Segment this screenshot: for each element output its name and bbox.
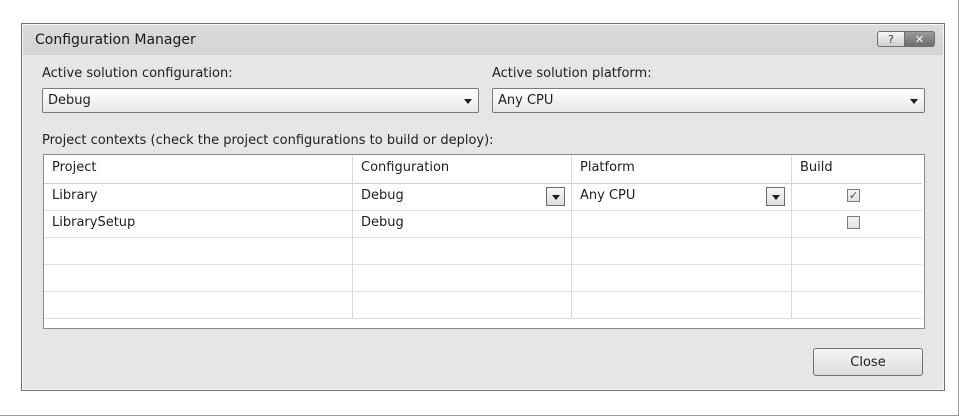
configuration-value: Debug (361, 215, 404, 230)
column-header-configuration[interactable]: Configuration (353, 155, 572, 183)
empty-cell (353, 237, 572, 264)
configuration-dropdown-button[interactable] (546, 187, 565, 206)
platform-dropdown-button[interactable] (766, 187, 785, 206)
grid-header: Project Configuration Platform Build (44, 155, 922, 184)
column-header-build[interactable]: Build (792, 155, 922, 183)
empty-cell (792, 264, 922, 291)
active-configuration-value: Debug (48, 93, 91, 108)
table-row: Library Debug Any CPU ✓ (44, 183, 922, 211)
empty-cell (44, 264, 353, 291)
empty-cell (44, 291, 353, 318)
configuration-value: Debug (361, 188, 404, 203)
build-cell (792, 210, 922, 237)
platform-value: Any CPU (580, 188, 636, 203)
column-header-label: Project (52, 160, 97, 175)
column-header-label: Platform (580, 160, 635, 175)
active-platform-value: Any CPU (498, 93, 554, 108)
dialog-title: Configuration Manager (35, 32, 196, 48)
platform-cell[interactable]: Any CPU (572, 183, 792, 210)
project-contexts-label: Project contexts (check the project conf… (42, 133, 494, 148)
chevron-down-icon (464, 99, 472, 104)
active-platform-label: Active solution platform: (492, 66, 652, 81)
build-checkbox[interactable] (847, 216, 860, 229)
active-configuration-label: Active solution configuration: (42, 66, 233, 81)
project-cell[interactable]: Library (44, 183, 353, 210)
active-configuration-dropdown[interactable]: Debug (42, 88, 479, 113)
project-name: LibrarySetup (52, 215, 136, 230)
title-bar-buttons: ? ✕ (877, 31, 935, 47)
empty-cell (44, 237, 353, 264)
build-cell: ✓ (792, 183, 922, 210)
close-icon[interactable]: ✕ (905, 31, 935, 47)
project-name: Library (52, 188, 98, 203)
platform-cell[interactable] (572, 210, 792, 237)
configuration-cell[interactable]: Debug (353, 183, 572, 210)
empty-cell (572, 291, 792, 318)
table-row-empty (44, 264, 922, 292)
empty-cell (572, 237, 792, 264)
empty-cell (792, 237, 922, 264)
active-platform-dropdown[interactable]: Any CPU (492, 88, 925, 113)
close-button[interactable]: Close (813, 348, 923, 376)
title-bar: Configuration Manager ? ✕ (23, 25, 943, 55)
empty-cell (792, 291, 922, 318)
build-checkbox[interactable]: ✓ (847, 189, 860, 202)
project-contexts-grid: Project Configuration Platform Build Lib… (43, 154, 925, 329)
table-row-empty (44, 237, 922, 265)
table-row-empty (44, 291, 922, 319)
column-header-platform[interactable]: Platform (572, 155, 792, 183)
project-cell[interactable]: LibrarySetup (44, 210, 353, 237)
column-header-project[interactable]: Project (44, 155, 353, 183)
configuration-manager-dialog: Configuration Manager ? ✕ Active solutio… (21, 23, 945, 391)
column-header-label: Configuration (361, 160, 450, 175)
empty-cell (353, 264, 572, 291)
chevron-down-icon (910, 99, 918, 104)
empty-cell (353, 291, 572, 318)
empty-cell (572, 264, 792, 291)
help-icon[interactable]: ? (877, 31, 905, 47)
configuration-cell[interactable]: Debug (353, 210, 572, 237)
column-header-label: Build (800, 160, 833, 175)
table-row: LibrarySetup Debug (44, 210, 922, 238)
